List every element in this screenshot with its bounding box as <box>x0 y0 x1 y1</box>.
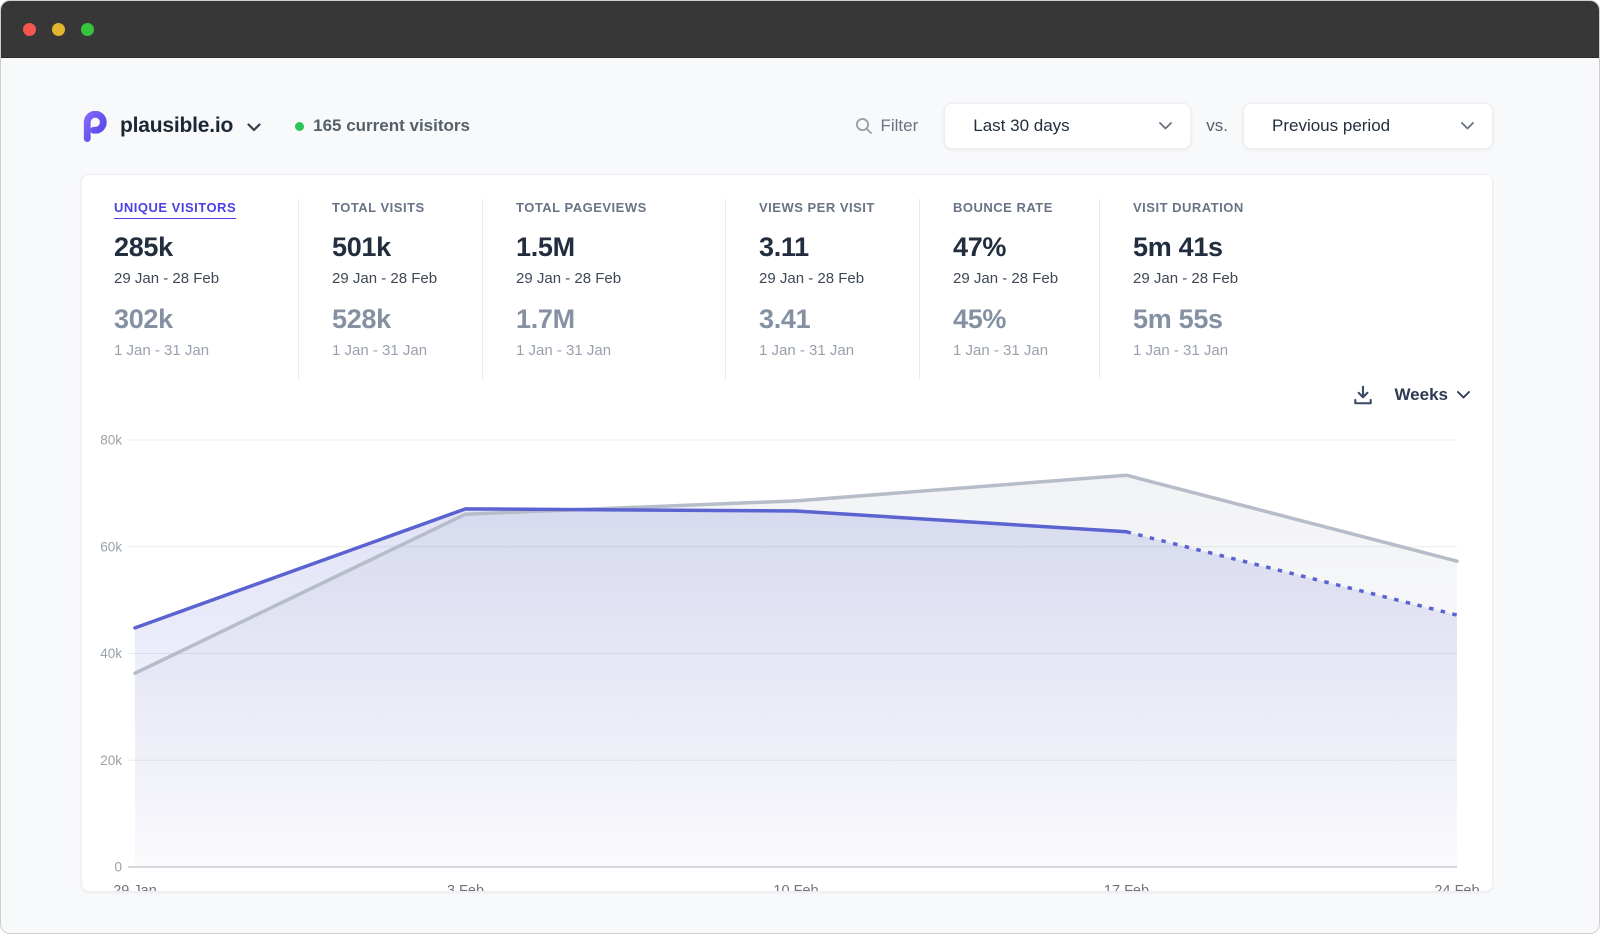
y-axis-tick-label: 40k <box>100 646 122 661</box>
stat-value: 5m 41s <box>1133 232 1460 263</box>
comparison-selector[interactable]: Previous period <box>1243 103 1493 149</box>
stat-prev-period: 1 Jan - 31 Jan <box>1133 342 1460 359</box>
stat-prev-period: 1 Jan - 31 Jan <box>114 342 298 359</box>
site-name: plausible.io <box>120 114 233 138</box>
stat-prev-value: 1.7M <box>516 304 725 335</box>
x-axis-tick-label: 10 Feb <box>773 883 818 892</box>
y-axis-tick-label: 20k <box>100 753 122 768</box>
search-icon <box>855 117 873 135</box>
stat-total-pageviews[interactable]: TOTAL PAGEVIEWS 1.5M 29 Jan - 28 Feb 1.7… <box>482 199 725 379</box>
comparison-value: Previous period <box>1272 116 1390 136</box>
x-axis-tick-label: 29 Jan <box>113 883 157 892</box>
stat-total-visits[interactable]: TOTAL VISITS 501k 29 Jan - 28 Feb 528k 1… <box>298 199 482 379</box>
stat-period: 29 Jan - 28 Feb <box>332 270 482 287</box>
stat-label: VISIT DURATION <box>1133 200 1244 219</box>
current-visitors[interactable]: 165 current visitors <box>295 116 470 136</box>
stat-value: 47% <box>953 232 1099 263</box>
date-range-selector[interactable]: Last 30 days <box>944 103 1191 149</box>
stat-period: 29 Jan - 28 Feb <box>516 270 725 287</box>
vs-label: vs. <box>1206 116 1228 136</box>
y-axis-tick-label: 60k <box>100 539 122 554</box>
stats-row: UNIQUE VISITORS 285k 29 Jan - 28 Feb 302… <box>82 175 1492 379</box>
stat-prev-value: 302k <box>114 304 298 335</box>
x-axis-tick-label: 17 Feb <box>1104 883 1149 892</box>
stat-prev-value: 528k <box>332 304 482 335</box>
chevron-down-icon <box>1457 391 1470 399</box>
dashboard-card: UNIQUE VISITORS 285k 29 Jan - 28 Feb 302… <box>81 174 1493 892</box>
chevron-down-icon <box>1143 122 1172 130</box>
stat-prev-period: 1 Jan - 31 Jan <box>759 342 919 359</box>
stat-value: 3.11 <box>759 232 919 263</box>
stat-label: TOTAL VISITS <box>332 200 425 219</box>
x-axis-tick-label: 24 Feb <box>1434 883 1479 892</box>
close-window-button[interactable] <box>23 23 36 36</box>
window-titlebar <box>1 1 1599 58</box>
filter-label: Filter <box>880 116 918 136</box>
stat-prev-period: 1 Jan - 31 Jan <box>953 342 1099 359</box>
y-axis-tick-label: 0 <box>114 860 122 875</box>
app-window: plausible.io 165 current visitors Filter… <box>0 0 1600 934</box>
stat-period: 29 Jan - 28 Feb <box>114 270 298 287</box>
stat-prev-value: 3.41 <box>759 304 919 335</box>
filter-button[interactable]: Filter <box>855 116 918 136</box>
date-range-value: Last 30 days <box>973 116 1069 136</box>
x-axis-tick-label: 3 Feb <box>447 883 484 892</box>
site-selector[interactable]: plausible.io <box>81 111 261 142</box>
maximize-window-button[interactable] <box>81 23 94 36</box>
interval-label: Weeks <box>1394 385 1448 405</box>
stat-value: 285k <box>114 232 298 263</box>
stat-bounce-rate[interactable]: BOUNCE RATE 47% 29 Jan - 28 Feb 45% 1 Ja… <box>919 199 1099 379</box>
stat-prev-value: 45% <box>953 304 1099 335</box>
stat-period: 29 Jan - 28 Feb <box>1133 270 1460 287</box>
chevron-down-icon <box>247 123 261 132</box>
page-content: plausible.io 165 current visitors Filter… <box>1 58 1599 892</box>
stat-label: VIEWS PER VISIT <box>759 200 875 219</box>
interval-selector[interactable]: Weeks <box>1394 385 1470 405</box>
stat-prev-period: 1 Jan - 31 Jan <box>332 342 482 359</box>
minimize-window-button[interactable] <box>52 23 65 36</box>
y-axis-tick-label: 80k <box>100 433 122 448</box>
stat-label: TOTAL PAGEVIEWS <box>516 200 647 219</box>
stat-label: UNIQUE VISITORS <box>114 200 236 219</box>
stat-prev-period: 1 Jan - 31 Jan <box>516 342 725 359</box>
stat-visit-duration[interactable]: VISIT DURATION 5m 41s 29 Jan - 28 Feb 5m… <box>1099 199 1460 379</box>
top-bar: plausible.io 165 current visitors Filter… <box>81 102 1493 150</box>
live-dot-icon <box>295 122 304 131</box>
chart-controls: Weeks <box>82 381 1492 409</box>
download-icon <box>1352 384 1374 406</box>
current-visitors-label: 165 current visitors <box>313 116 470 136</box>
stat-period: 29 Jan - 28 Feb <box>759 270 919 287</box>
stat-views-per-visit[interactable]: VIEWS PER VISIT 3.11 29 Jan - 28 Feb 3.4… <box>725 199 919 379</box>
plausible-logo-icon <box>81 111 108 142</box>
stat-unique-visitors[interactable]: UNIQUE VISITORS 285k 29 Jan - 28 Feb 302… <box>114 199 298 379</box>
visitors-chart[interactable]: 0 20k 40k 60k 80k 29 Jan 3 Feb 10 Feb 17 Feb 24 F… <box>82 411 1493 892</box>
stat-period: 29 Jan - 28 Feb <box>953 270 1099 287</box>
download-button[interactable] <box>1352 384 1374 406</box>
stat-label: BOUNCE RATE <box>953 200 1053 219</box>
stat-value: 1.5M <box>516 232 725 263</box>
chevron-down-icon <box>1445 122 1474 130</box>
stat-prev-value: 5m 55s <box>1133 304 1460 335</box>
stat-value: 501k <box>332 232 482 263</box>
